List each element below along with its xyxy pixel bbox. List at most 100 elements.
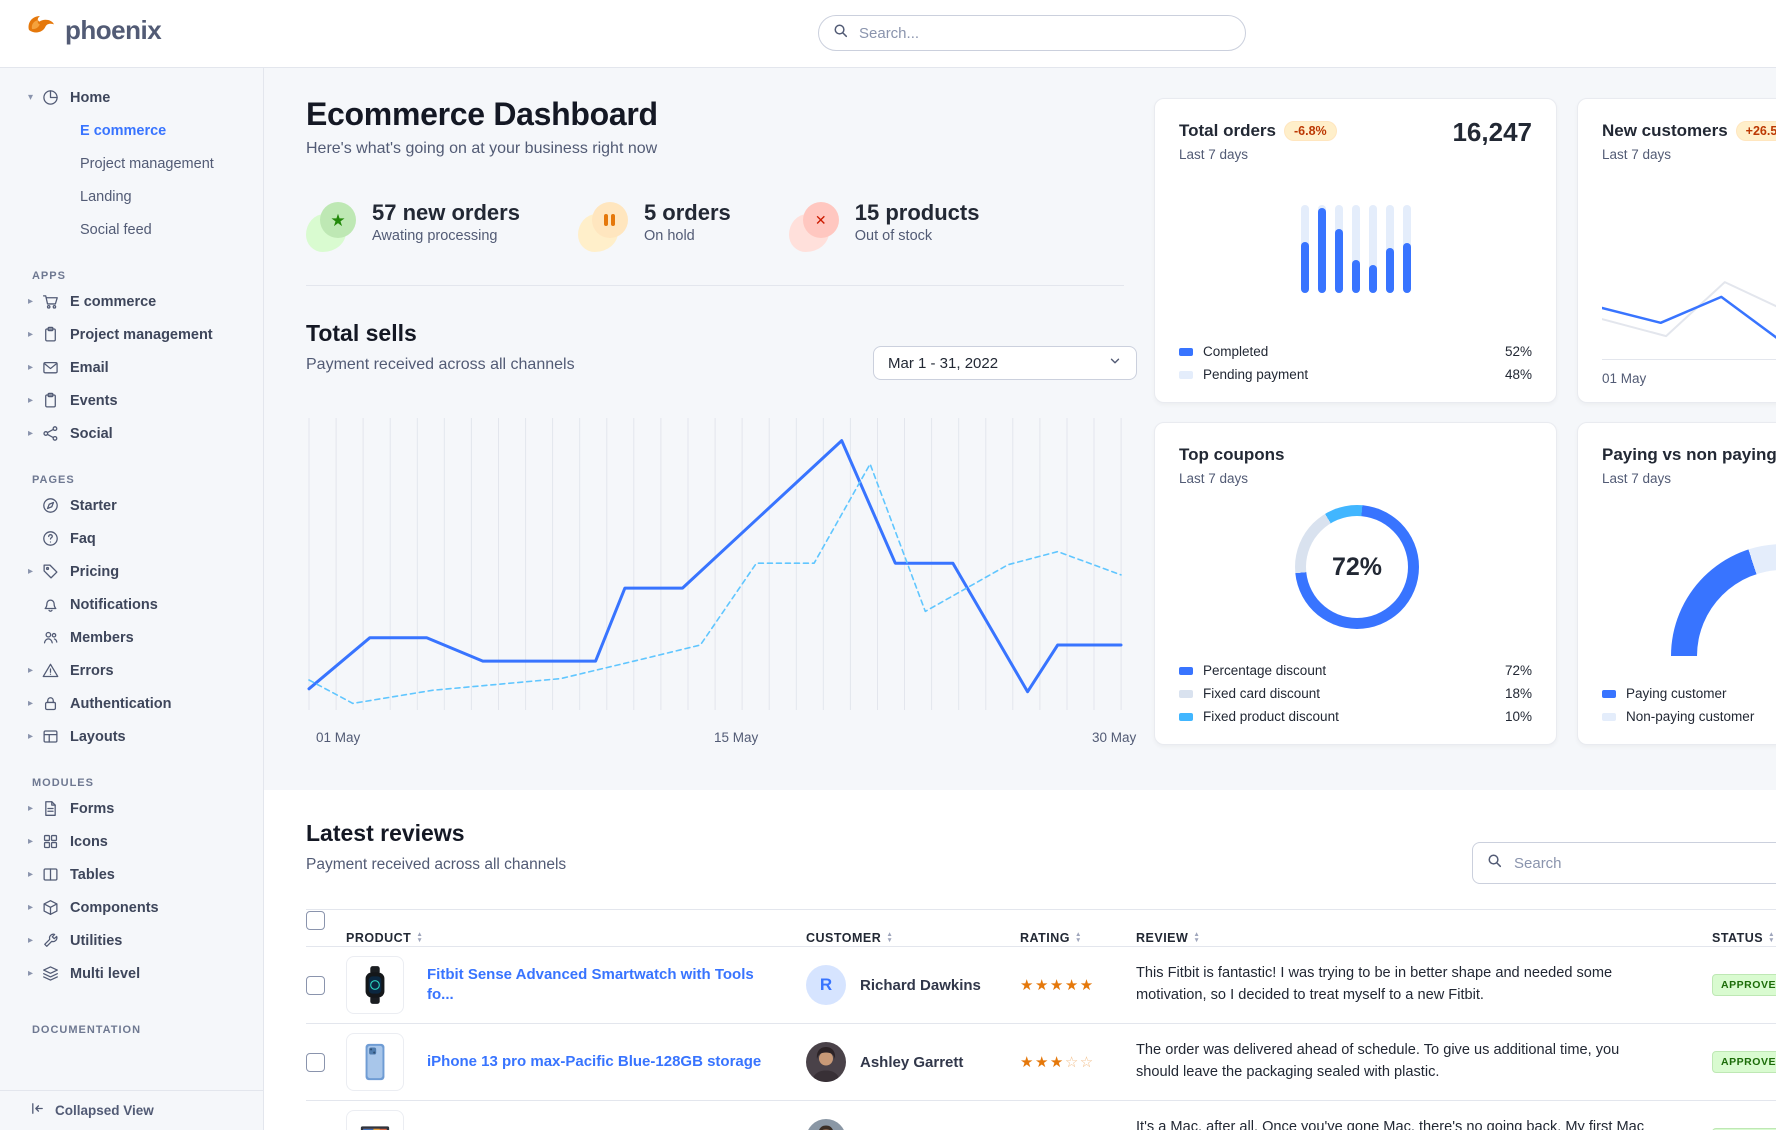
bar-track [1386, 205, 1394, 293]
bell-icon [42, 596, 60, 614]
sidebar-item-utilities[interactable]: ▸Utilities [0, 924, 263, 957]
lock-icon [42, 695, 60, 713]
sidebar-item-faq[interactable]: Faq [0, 522, 263, 555]
card-period: Last 7 days [1602, 471, 1776, 486]
wrench-icon [42, 932, 60, 950]
axis-line [1602, 359, 1776, 360]
card-total-orders: Total orders -6.8% Last 7 days 16,247 Co… [1154, 98, 1557, 403]
sidebar-section-label: PAGES [0, 474, 263, 486]
column-header-rating[interactable]: RATING▲▼ [1020, 931, 1136, 945]
top-navbar: phoenix [0, 0, 1776, 68]
paying-gauge-chart [1671, 544, 1776, 656]
card-title: New customers [1602, 121, 1728, 141]
sidebar-item-multi-level[interactable]: ▸Multi level [0, 957, 263, 990]
legend-row: Paying customer [1602, 682, 1776, 705]
avatar [806, 1042, 846, 1082]
legend-row: Percentage discount72% [1179, 659, 1532, 682]
sidebar-item-landing[interactable]: Landing [0, 180, 263, 213]
stat-caption: Awating processing [372, 228, 520, 244]
row-checkbox[interactable] [306, 976, 325, 995]
card-title: Top coupons [1179, 445, 1284, 465]
product-image-watch [353, 963, 397, 1007]
sidebar-item-forms[interactable]: ▸Forms [0, 792, 263, 825]
x-icon: ✕ [789, 200, 841, 252]
compass-icon [42, 497, 60, 515]
legend-row: Fixed product discount10% [1179, 705, 1532, 728]
row-checkbox[interactable] [306, 1053, 325, 1072]
sidebar-item-tables[interactable]: ▸Tables [0, 858, 263, 891]
sidebar-item-members[interactable]: Members [0, 621, 263, 654]
caret-right-icon: ▸ [28, 362, 42, 373]
legend-row: Fixed card discount18% [1179, 682, 1532, 705]
sidebar-item-project-management[interactable]: ▸Project management [0, 318, 263, 351]
sidebar-item-pricing[interactable]: ▸Pricing [0, 555, 263, 588]
select-all-checkbox[interactable] [306, 911, 325, 930]
warning-icon [42, 662, 60, 680]
caret-right-icon: ▸ [28, 803, 42, 814]
clipboard-icon [42, 392, 60, 410]
bar-track [1301, 205, 1309, 293]
sidebar-item-email[interactable]: ▸Email [0, 351, 263, 384]
product-thumbnail[interactable] [346, 956, 404, 1014]
reviews-search[interactable] [1472, 842, 1776, 884]
sidebar-item-events[interactable]: ▸Events [0, 384, 263, 417]
share-icon [42, 425, 60, 443]
card-title: Paying vs non paying [1602, 445, 1776, 465]
collapsed-view-toggle[interactable]: Collapsed View [0, 1090, 263, 1130]
caret-right-icon: ▸ [28, 566, 42, 577]
sidebar-item-project-management[interactable]: Project management [0, 147, 263, 180]
sidebar-item-e-commerce[interactable]: E commerce [0, 114, 263, 147]
product-thumbnail[interactable] [346, 1110, 404, 1130]
column-header-review[interactable]: REVIEW▲▼ [1136, 931, 1712, 945]
bar-track [1335, 205, 1343, 293]
sidebar-item-notifications[interactable]: Notifications [0, 588, 263, 621]
tag-icon [42, 563, 60, 581]
rating-stars: ★★★★★ [1020, 976, 1136, 994]
brand-logo[interactable]: phoenix [26, 14, 161, 47]
sidebar-item-authentication[interactable]: ▸Authentication [0, 687, 263, 720]
card-new-customers: New customers +26.5% Last 7 days 01 May [1577, 98, 1776, 403]
new-customers-line-chart [1602, 267, 1776, 352]
total-sells-title: Total sells [306, 320, 417, 347]
sort-icon: ▲▼ [886, 932, 893, 944]
card-paying-vs-nonpaying: Paying vs non paying Last 7 days Paying … [1577, 422, 1776, 745]
product-link[interactable]: iPhone 13 pro max-Pacific Blue-128GB sto… [427, 1052, 806, 1072]
card-top-coupons: Top coupons Last 7 days 72% Percentage d… [1154, 422, 1557, 745]
reviews-title: Latest reviews [306, 820, 465, 847]
bar-track [1318, 205, 1326, 293]
sidebar-item-icons[interactable]: ▸Icons [0, 825, 263, 858]
stat-value: 15 products [855, 200, 980, 225]
caret-right-icon: ▸ [28, 968, 42, 979]
global-search[interactable] [818, 15, 1246, 51]
column-header-status[interactable]: STATUS▲▼ [1712, 931, 1776, 945]
sidebar-item-home[interactable]: ▾Home [0, 81, 263, 114]
sidebar-item-e-commerce[interactable]: ▸E commerce [0, 285, 263, 318]
stat-value: 5 orders [644, 200, 731, 225]
review-text: It's a Mac, after all. Once you've gone … [1136, 1117, 1712, 1130]
app-root: phoenix ▾HomeE commerceProject managemen… [0, 0, 1776, 1130]
sidebar-section-label: MODULES [0, 777, 263, 789]
legend-row: Pending payment48% [1179, 363, 1532, 386]
sort-icon: ▲▼ [416, 932, 423, 944]
date-range-select[interactable]: Mar 1 - 31, 2022 [873, 346, 1137, 380]
sidebar-item-components[interactable]: ▸Components [0, 891, 263, 924]
stats-row: ★57 new ordersAwating processing5 orders… [306, 200, 979, 252]
x-axis-label: 01 May [316, 730, 360, 745]
caret-right-icon: ▸ [28, 869, 42, 880]
sidebar-item-errors[interactable]: ▸Errors [0, 654, 263, 687]
global-search-input[interactable] [857, 24, 1231, 43]
reviews-search-input[interactable] [1512, 854, 1775, 873]
sidebar-item-social[interactable]: ▸Social [0, 417, 263, 450]
product-thumbnail[interactable] [346, 1033, 404, 1091]
sidebar-item-layouts[interactable]: ▸Layouts [0, 720, 263, 753]
sidebar-item-starter[interactable]: Starter [0, 489, 263, 522]
sidebar-item-social-feed[interactable]: Social feed [0, 213, 263, 246]
product-link[interactable]: Fitbit Sense Advanced Smartwatch with To… [427, 965, 806, 1006]
paying-legend: Paying customerNon-paying customer [1602, 682, 1776, 728]
search-icon [1487, 853, 1502, 873]
stat-caption: Out of stock [855, 228, 980, 244]
collapsed-view-label: Collapsed View [55, 1103, 154, 1118]
column-header-product[interactable]: PRODUCT▲▼ [346, 931, 427, 945]
avatar: R [806, 965, 846, 1005]
column-header-customer[interactable]: CUSTOMER▲▼ [806, 931, 1020, 945]
